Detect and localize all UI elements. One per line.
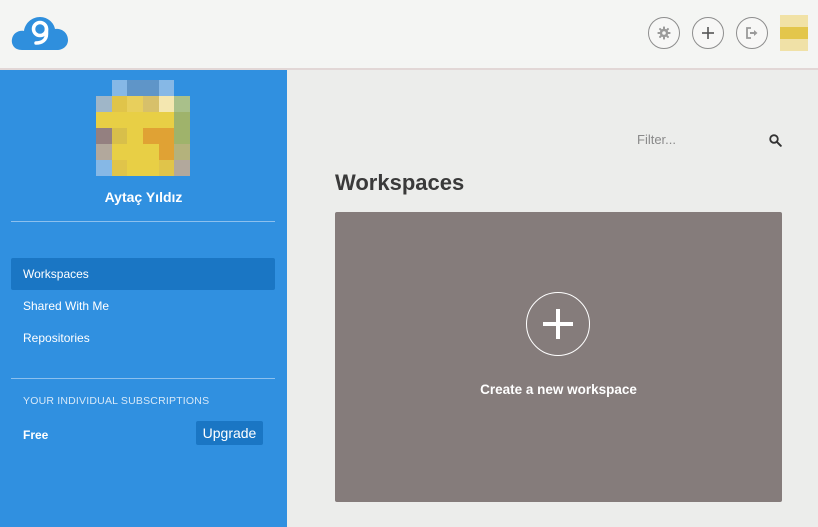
create-workspace-label: Create a new workspace [480,382,637,397]
divider [11,378,275,379]
sign-out-icon [745,26,759,40]
add-button[interactable] [692,17,724,49]
search-icon[interactable] [769,132,782,151]
gear-icon [657,26,671,40]
plan-name: Free [23,428,49,442]
sidebar: Aytaç Yıldız Workspaces Shared With Me R… [0,70,287,527]
filter-input[interactable] [637,128,762,150]
sidebar-item-repositories[interactable]: Repositories [11,322,275,354]
divider [11,221,275,222]
plus-icon [701,26,715,40]
cloud9-logo-icon[interactable] [10,14,70,52]
subscriptions-heading: YOUR INDIVIDUAL SUBSCRIPTIONS [23,395,210,407]
settings-button[interactable] [648,17,680,49]
filter-box [637,128,787,150]
logout-button[interactable] [736,17,768,49]
create-workspace-card[interactable]: Create a new workspace [335,212,782,502]
upgrade-button[interactable]: Upgrade [196,421,263,445]
sidebar-item-workspaces[interactable]: Workspaces [11,258,275,290]
page-title: Workspaces [335,170,465,195]
profile-avatar [96,80,190,176]
top-header [0,0,818,70]
add-circle-icon [526,292,590,356]
sidebar-item-shared-with-me[interactable]: Shared With Me [11,290,275,322]
user-avatar[interactable] [780,15,808,51]
user-name: Aytaç Yıldız [104,189,183,205]
